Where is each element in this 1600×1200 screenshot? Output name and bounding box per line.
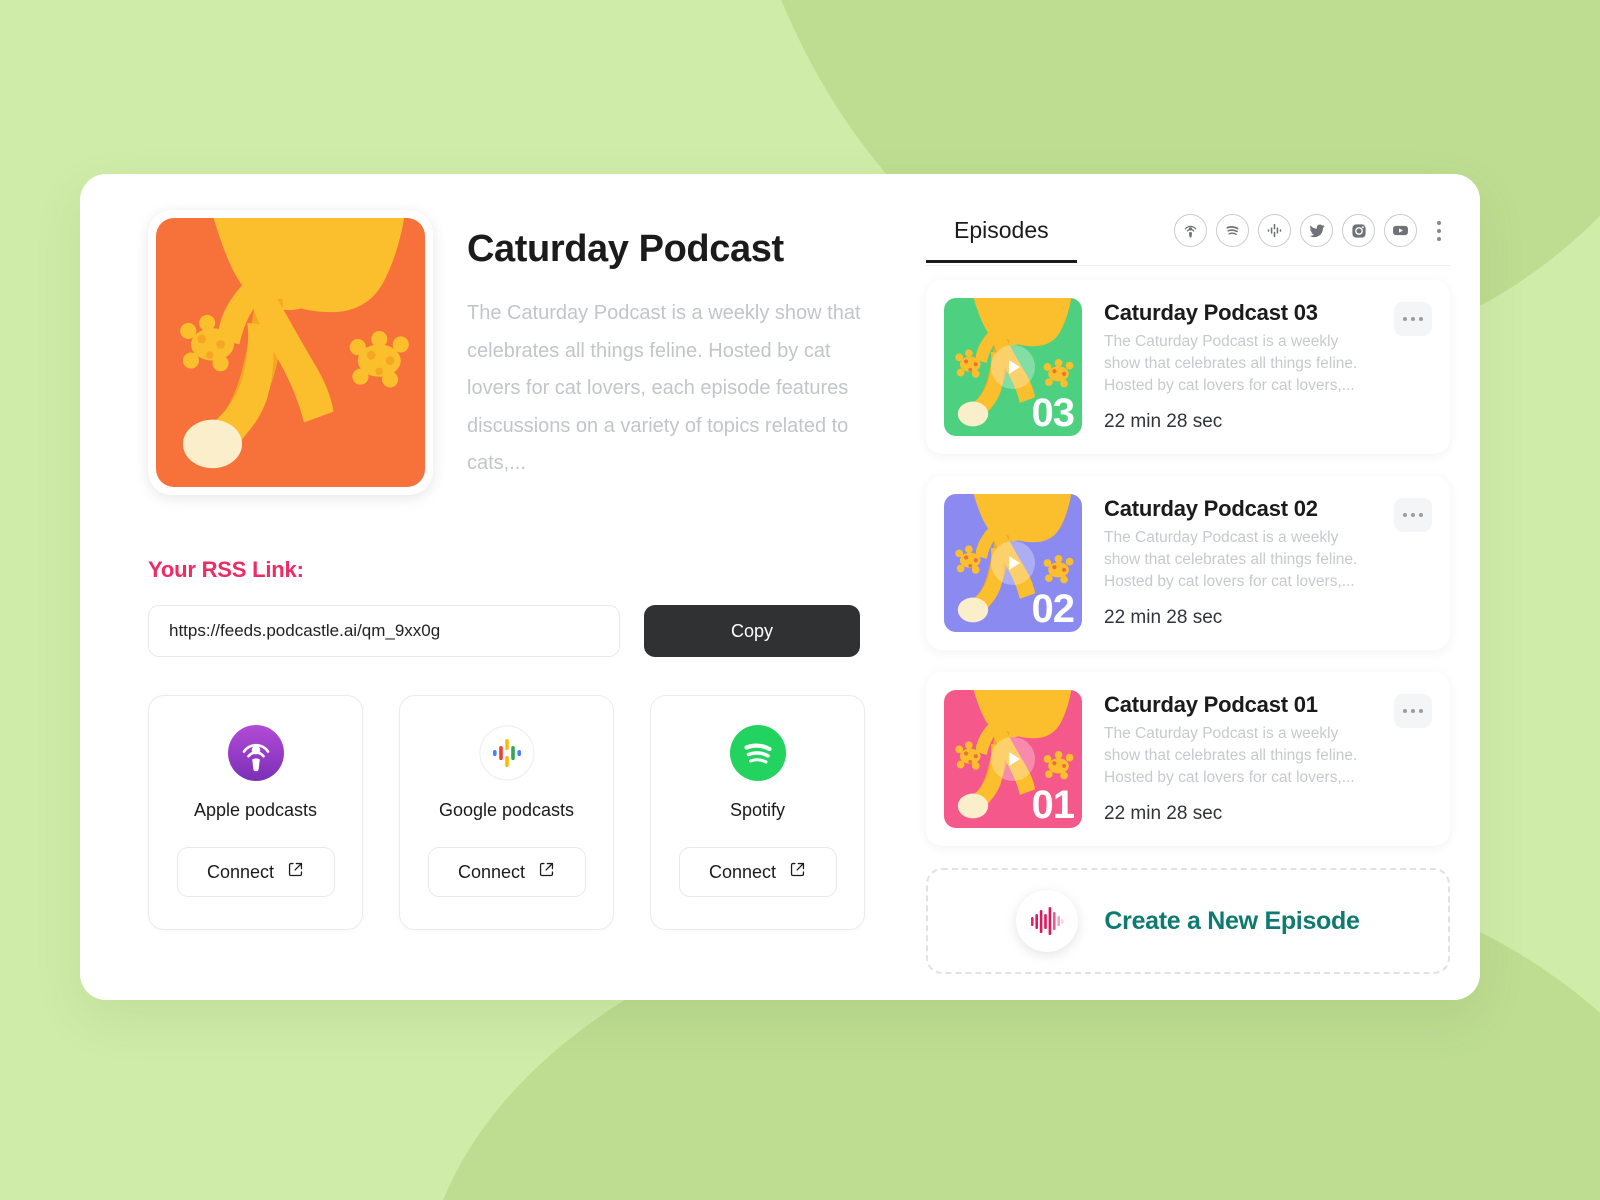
podcastle-waveform-icon: [1016, 890, 1079, 952]
episode-number: 02: [1031, 587, 1075, 631]
twitter-icon[interactable]: [1300, 214, 1333, 247]
create-new-episode-button[interactable]: Create a New Episode: [926, 868, 1450, 974]
dot: [1419, 317, 1423, 321]
dot: [1437, 236, 1441, 241]
apple-podcasts-icon: [225, 722, 287, 784]
episode-thumbnail: 03: [944, 298, 1082, 436]
episodes-toolbar: Episodes: [926, 214, 1450, 266]
dot: [1437, 228, 1441, 233]
show-header: Caturday Podcast The Caturday Podcast is…: [148, 210, 888, 495]
rss-link-row: Copy: [148, 605, 888, 657]
dot: [1419, 513, 1423, 517]
dot: [1403, 709, 1407, 713]
episode-number: 01: [1031, 783, 1075, 827]
play-icon[interactable]: [991, 345, 1035, 389]
episode-thumbnail: 02: [944, 494, 1082, 632]
youtube-icon[interactable]: [1384, 214, 1417, 247]
spotify-icon[interactable]: [1216, 214, 1249, 247]
episode-more-button[interactable]: [1394, 498, 1432, 532]
vertical-dots-icon[interactable]: [1428, 217, 1450, 245]
apple-podcasts-icon[interactable]: [1174, 214, 1207, 247]
social-links-row: [1174, 214, 1450, 251]
rss-link-input[interactable]: [148, 605, 620, 657]
google-podcasts-icon: [476, 722, 538, 784]
dot: [1411, 317, 1415, 321]
dot: [1403, 317, 1407, 321]
connect-button-apple-podcasts[interactable]: Connect: [176, 847, 335, 897]
episode-card[interactable]: 03 Caturday Podcast 03 The Caturday Podc…: [926, 280, 1450, 454]
episode-more-button[interactable]: [1394, 302, 1432, 336]
external-link-icon: [789, 861, 806, 883]
episode-thumbnail: 01: [944, 690, 1082, 828]
spotify-icon: [727, 722, 789, 784]
platform-connect-row: Apple podcasts Connect Google podcasts C…: [148, 695, 888, 930]
platform-name: Apple podcasts: [193, 800, 318, 820]
platform-name: Spotify: [729, 800, 786, 820]
instagram-icon[interactable]: [1342, 214, 1375, 247]
platform-card-spotify[interactable]: Spotify Connect: [650, 695, 865, 930]
episode-card[interactable]: 01 Caturday Podcast 01 The Caturday Podc…: [926, 672, 1450, 846]
show-description: The Caturday Podcast is a weekly show th…: [467, 302, 861, 475]
episode-body: Caturday Podcast 03 The Caturday Podcast…: [1104, 298, 1372, 433]
show-meta: Caturday Podcast The Caturday Podcast is…: [467, 210, 888, 495]
copy-button[interactable]: Copy: [644, 605, 860, 657]
podcast-dashboard-card: Caturday Podcast The Caturday Podcast is…: [80, 174, 1480, 1000]
connect-button-google-podcasts[interactable]: Connect: [427, 847, 586, 897]
show-cover-frame: [148, 210, 433, 495]
play-icon[interactable]: [991, 541, 1035, 585]
dot: [1419, 709, 1423, 713]
connect-button-spotify[interactable]: Connect: [678, 847, 837, 897]
episodes-pane: Episodes 03 Caturday Podcast 03 The Catu…: [906, 210, 1450, 974]
tab-episodes[interactable]: Episodes: [926, 217, 1077, 263]
connect-label: Connect: [206, 861, 275, 882]
episode-duration: 22 min 28 sec: [1104, 803, 1223, 824]
platform-name: Google podcasts: [438, 800, 575, 820]
episode-more-button[interactable]: [1394, 694, 1432, 728]
play-icon[interactable]: [991, 737, 1035, 781]
dot: [1411, 513, 1415, 517]
rss-link-label: Your RSS Link:: [148, 557, 304, 582]
episode-body: Caturday Podcast 01 The Caturday Podcast…: [1104, 690, 1372, 825]
episode-description: The Caturday Podcast is a weekly show th…: [1104, 529, 1358, 590]
episode-title: Caturday Podcast 02: [1104, 496, 1318, 521]
create-new-episode-label: Create a New Episode: [1104, 906, 1360, 935]
dot: [1403, 513, 1407, 517]
connect-label: Connect: [457, 861, 526, 882]
episode-duration: 22 min 28 sec: [1104, 607, 1223, 628]
dot: [1411, 709, 1415, 713]
episode-number: 03: [1031, 391, 1075, 435]
episode-duration: 22 min 28 sec: [1104, 411, 1223, 432]
episode-list: 03 Caturday Podcast 03 The Caturday Podc…: [926, 280, 1450, 846]
episode-title: Caturday Podcast 03: [1104, 300, 1318, 325]
episode-title: Caturday Podcast 01: [1104, 692, 1318, 717]
show-cover-art: [156, 218, 425, 487]
show-details-pane: Caturday Podcast The Caturday Podcast is…: [148, 210, 888, 970]
episode-description: The Caturday Podcast is a weekly show th…: [1104, 333, 1358, 394]
show-title: Caturday Podcast: [467, 228, 784, 270]
platform-card-google-podcasts[interactable]: Google podcasts Connect: [399, 695, 614, 930]
episode-body: Caturday Podcast 02 The Caturday Podcast…: [1104, 494, 1372, 629]
google-podcasts-icon[interactable]: [1258, 214, 1291, 247]
dot: [1437, 220, 1441, 225]
episode-card[interactable]: 02 Caturday Podcast 02 The Caturday Podc…: [926, 476, 1450, 650]
platform-card-apple-podcasts[interactable]: Apple podcasts Connect: [148, 695, 363, 930]
external-link-icon: [538, 861, 555, 883]
episode-description: The Caturday Podcast is a weekly show th…: [1104, 725, 1358, 786]
external-link-icon: [287, 861, 304, 883]
connect-label: Connect: [708, 861, 777, 882]
